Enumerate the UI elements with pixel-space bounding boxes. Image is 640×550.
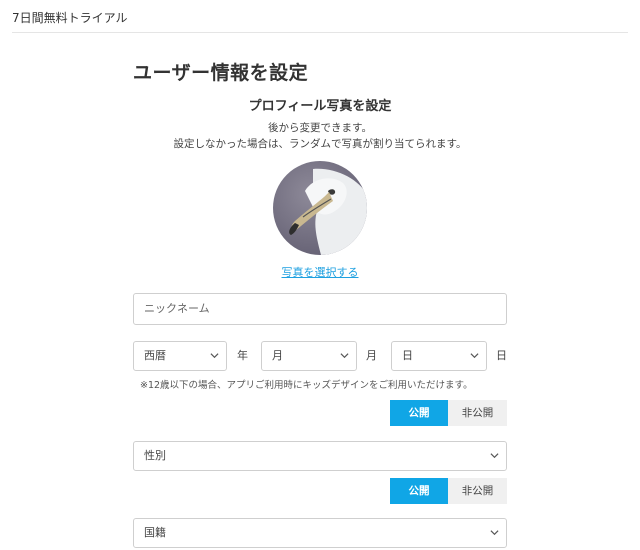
public-button[interactable]: 公開 xyxy=(390,400,448,426)
chevron-down-icon xyxy=(210,353,219,359)
birth-year-select[interactable]: 西暦 xyxy=(133,341,227,371)
country-value: 国籍 xyxy=(144,526,166,539)
profile-avatar[interactable] xyxy=(273,161,367,255)
birth-month-value: 月 xyxy=(272,349,283,362)
day-unit: 日 xyxy=(496,349,507,362)
public-button[interactable]: 公開 xyxy=(390,478,448,504)
gender-select[interactable]: 性別 xyxy=(133,441,507,471)
trial-label: 7日間無料トライアル xyxy=(12,11,128,25)
birthday-visibility-toggle: 公開 非公開 xyxy=(390,400,507,426)
birth-day-select[interactable]: 日 xyxy=(391,341,487,371)
birth-month-select[interactable]: 月 xyxy=(261,341,357,371)
profile-photo-title: プロフィール写真を設定 xyxy=(248,99,392,114)
gender-value: 性別 xyxy=(144,449,166,462)
page-title: ユーザー情報を設定 xyxy=(133,62,309,84)
private-button[interactable]: 非公開 xyxy=(448,400,507,426)
chevron-down-icon xyxy=(340,353,349,359)
divider xyxy=(12,32,628,33)
photo-note-1: 後から変更できます。 xyxy=(268,122,372,134)
country-select[interactable]: 国籍 xyxy=(133,518,507,548)
month-unit: 月 xyxy=(366,349,377,362)
top-bar: 7日間無料トライアル xyxy=(0,0,640,33)
chevron-down-icon xyxy=(490,453,499,459)
private-button[interactable]: 非公開 xyxy=(448,478,507,504)
seagull-photo-icon xyxy=(289,168,367,255)
select-photo-link[interactable]: 写真を選択する xyxy=(133,264,507,280)
gender-visibility-toggle: 公開 非公開 xyxy=(390,478,507,504)
chevron-down-icon xyxy=(490,530,499,536)
kids-design-note: ※12歳以下の場合、アプリご利用時にキッズデザインをご利用いただけます。 xyxy=(140,380,473,391)
birth-year-value: 西暦 xyxy=(144,349,166,362)
nickname-input[interactable]: ニックネーム xyxy=(133,293,507,325)
birth-day-value: 日 xyxy=(402,349,413,362)
photo-note-2: 設定しなかった場合は、ランダムで写真が割り当てられます。 xyxy=(173,138,467,150)
year-unit: 年 xyxy=(237,349,248,362)
chevron-down-icon xyxy=(470,353,479,359)
